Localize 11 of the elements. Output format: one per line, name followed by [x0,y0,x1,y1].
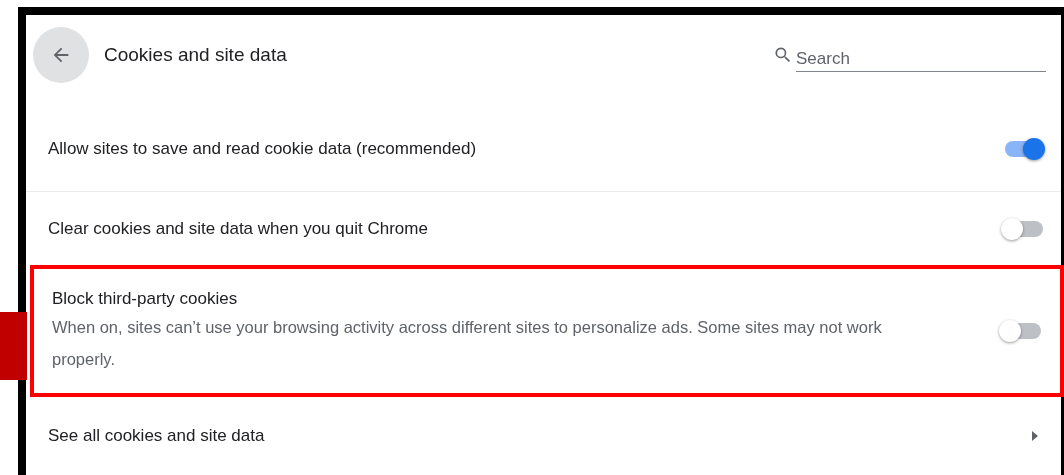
page-title: Cookies and site data [104,42,287,67]
setting-label: Block third-party cookies [52,288,239,310]
search-icon [773,45,793,65]
toggle-switch[interactable] [999,320,1043,342]
back-button[interactable] [33,27,89,83]
setting-label: See all cookies and site data [48,425,266,447]
search-field[interactable]: Search [796,38,1046,72]
toggle-switch[interactable] [1001,217,1045,240]
setting-label: Allow sites to save and read cookie data (recommended) [48,138,478,160]
setting-label: Clear cookies and site data when you quit Chrome [48,217,429,240]
setting-description: When on, sites can’t use your browsing activity across different sites to personalize ads. Some sites may not work properly. [52,317,883,370]
